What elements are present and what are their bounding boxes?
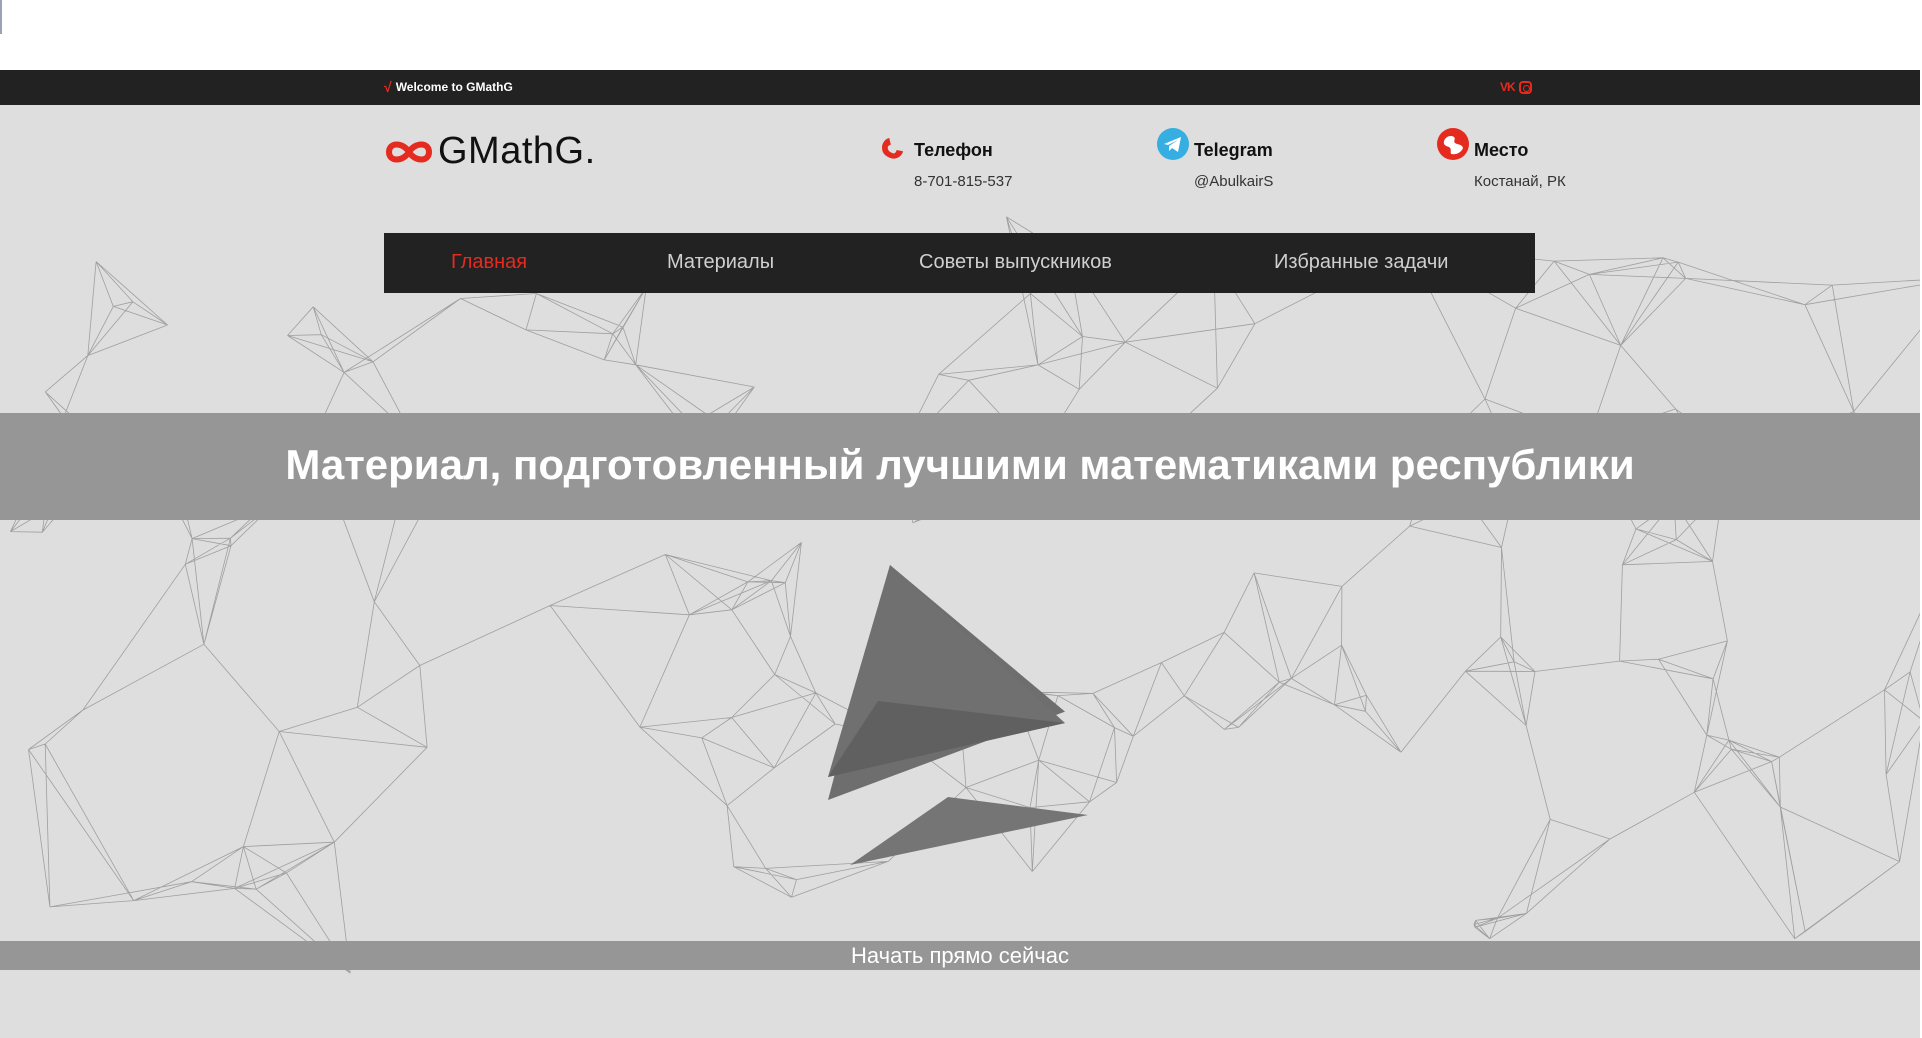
vk-icon[interactable]: VK xyxy=(1500,80,1516,94)
nav-item-materials[interactable]: Материалы xyxy=(667,251,774,274)
hero-section: GMathG. Телефон 8-701-815-537 Telegram @… xyxy=(0,105,1920,1038)
telegram-icon xyxy=(1157,128,1189,160)
nav-item-home[interactable]: Главная xyxy=(451,251,527,274)
contact-location-value: Костанай, РК xyxy=(1474,173,1566,190)
contact-phone-value: 8-701-815-537 xyxy=(914,173,1013,190)
contact-location: Место Костанай, РК xyxy=(1436,127,1566,190)
square-root-icon: √ xyxy=(384,79,392,95)
hero-banner: Материал, подготовленный лучшими математ… xyxy=(0,413,1920,520)
site-logo[interactable]: GMathG. xyxy=(384,130,596,173)
contact-phone: Телефон 8-701-815-537 xyxy=(876,127,1012,190)
infinity-icon xyxy=(385,141,433,162)
top-bar: √ Welcome to GMathG VK xyxy=(0,70,1920,105)
instagram-icon[interactable] xyxy=(1518,80,1532,94)
window-edge xyxy=(0,0,2,34)
welcome-message: √ Welcome to GMathG xyxy=(384,80,513,94)
contact-telegram-title: Telegram xyxy=(1194,140,1273,160)
logo-text: GMathG. xyxy=(438,130,596,172)
contact-telegram: Telegram @AbulkairS xyxy=(1156,127,1273,190)
main-navigation: Главная Материалы Советы выпускников Изб… xyxy=(384,233,1535,293)
start-now-button[interactable]: Начать прямо сейчас xyxy=(0,941,1920,970)
welcome-text: Welcome to GMathG xyxy=(395,80,513,94)
location-icon xyxy=(1437,128,1469,160)
contact-phone-title: Телефон xyxy=(914,140,993,160)
top-blank-area xyxy=(0,0,1922,70)
phone-icon xyxy=(882,137,904,159)
contact-location-title: Место xyxy=(1474,140,1529,160)
page: √ Welcome to GMathG VK GMathG. Телефон 8… xyxy=(0,0,1922,1038)
nav-item-graduate-tips[interactable]: Советы выпускников xyxy=(919,251,1112,274)
paper-plane-graphic xyxy=(828,565,1088,865)
hero-title: Материал, подготовленный лучшими математ… xyxy=(285,441,1635,488)
social-links: VK xyxy=(1500,80,1532,94)
contact-telegram-value: @AbulkairS xyxy=(1194,173,1274,190)
nav-item-selected-problems[interactable]: Избранные задачи xyxy=(1274,251,1448,274)
